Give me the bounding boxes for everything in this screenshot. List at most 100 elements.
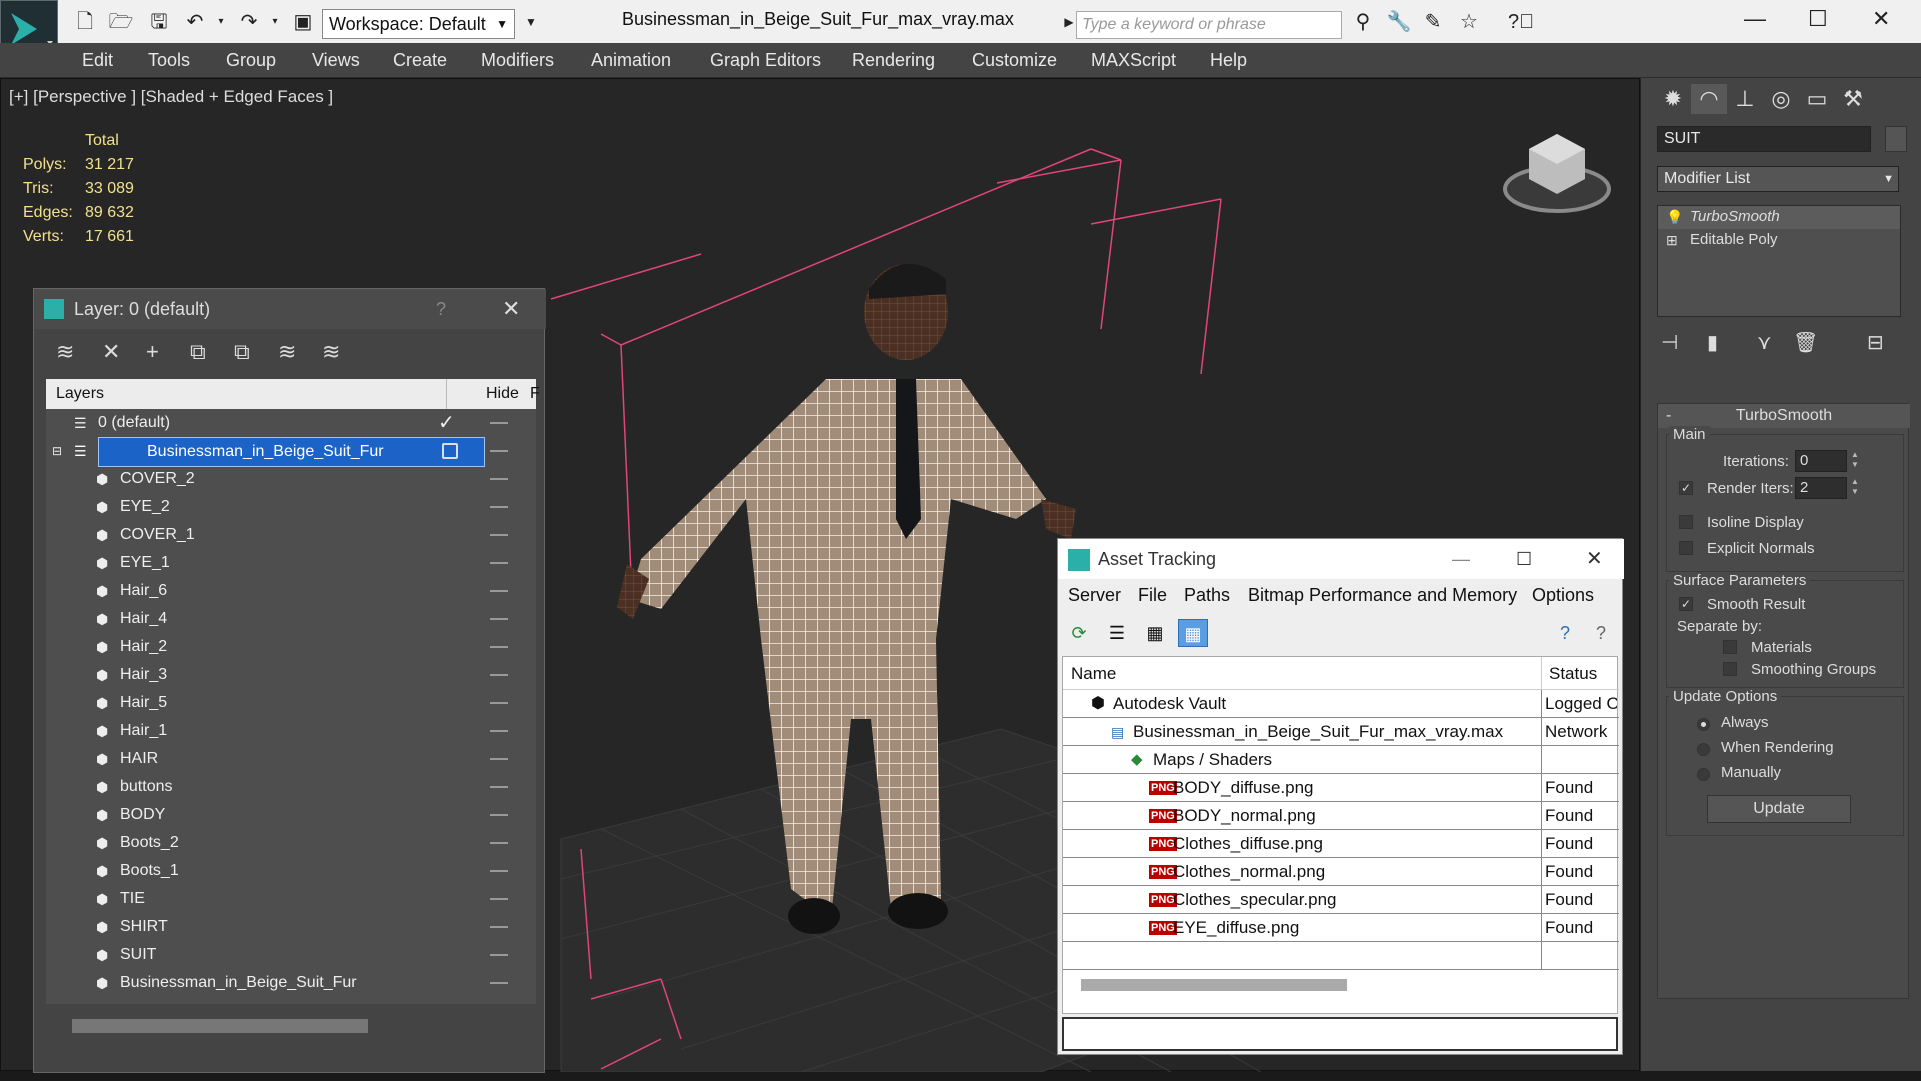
menu-paths[interactable]: Paths bbox=[1184, 585, 1230, 606]
context-help-icon[interactable]: ? bbox=[1586, 619, 1616, 647]
layer-object-row[interactable]: ⬢ Boots_2 bbox=[46, 829, 536, 857]
hide-toggle[interactable] bbox=[490, 730, 508, 732]
highlight-layer-icon[interactable]: ⧉ bbox=[234, 339, 250, 365]
layer-row-businessman[interactable]: ⊟ Businessman_in_Beige_Suit_Fur ☰ bbox=[46, 437, 536, 467]
utilities-tab-icon[interactable]: ⚒ bbox=[1835, 84, 1871, 114]
always-radio[interactable] bbox=[1697, 718, 1710, 731]
column-name[interactable]: Name bbox=[1071, 657, 1116, 690]
menu-file[interactable]: File bbox=[1138, 585, 1167, 606]
layer-object-row[interactable]: ⬢ Hair_6 bbox=[46, 577, 536, 605]
pin-stack-icon[interactable]: ⊣ bbox=[1661, 330, 1678, 355]
rollout-title[interactable]: - TurboSmooth bbox=[1658, 404, 1910, 428]
object-color-swatch[interactable] bbox=[1885, 126, 1907, 152]
column-layers[interactable]: Layers bbox=[56, 385, 104, 403]
tools-icon[interactable]: 🔧 bbox=[1386, 10, 1412, 34]
sign-in-icon[interactable]: ✎ bbox=[1420, 10, 1446, 34]
menu-maxscript[interactable]: MAXScript bbox=[1091, 50, 1176, 71]
layer-object-row[interactable]: ⬢ Boots_1 bbox=[46, 857, 536, 885]
layer-object-row[interactable]: ⬢ BODY bbox=[46, 801, 536, 829]
maximize-icon[interactable]: ☐ bbox=[1516, 539, 1532, 579]
stack-item-turbosmooth[interactable]: 💡 TurboSmooth bbox=[1658, 206, 1900, 229]
asset-row[interactable]: ⬢ Autodesk Vault Logged O bbox=[1063, 690, 1619, 718]
project-folder-icon[interactable]: ▣ bbox=[290, 10, 316, 34]
hide-toggle[interactable] bbox=[490, 646, 508, 648]
menu-bitmap-performance[interactable]: Bitmap Performance and Memory bbox=[1248, 585, 1517, 606]
menu-edit[interactable]: Edit bbox=[82, 50, 113, 71]
horizontal-scrollbar[interactable] bbox=[72, 1019, 368, 1033]
render-iters-checkbox[interactable]: ✓ bbox=[1679, 481, 1693, 495]
hide-toggle[interactable] bbox=[490, 422, 508, 424]
thumbnail-view-icon[interactable]: ▦ bbox=[1140, 619, 1170, 647]
hide-toggle[interactable] bbox=[490, 534, 508, 536]
help-icon[interactable]: ?⃝ bbox=[1508, 10, 1534, 34]
layer-object-row[interactable]: ⬢ SUIT bbox=[46, 941, 536, 969]
motion-tab-icon[interactable]: ◎ bbox=[1763, 84, 1799, 114]
spinner-arrows-icon[interactable]: ▲ ▼ bbox=[1849, 450, 1861, 472]
hide-toggle[interactable] bbox=[490, 954, 508, 956]
redo-icon[interactable]: ↷ bbox=[236, 10, 262, 34]
lightbulb-icon[interactable]: 💡 bbox=[1666, 206, 1683, 228]
hide-toggle[interactable] bbox=[490, 870, 508, 872]
column-status[interactable]: Status bbox=[1549, 657, 1597, 690]
explicit-normals-checkbox[interactable] bbox=[1679, 541, 1693, 555]
menu-options[interactable]: Options bbox=[1532, 585, 1594, 606]
when-rendering-radio[interactable] bbox=[1697, 743, 1710, 756]
show-end-result-icon[interactable]: ▮ bbox=[1707, 330, 1718, 355]
list-view-icon[interactable]: ☰ bbox=[1102, 619, 1132, 647]
hide-toggle[interactable] bbox=[490, 618, 508, 620]
hide-toggle[interactable] bbox=[490, 926, 508, 928]
minimize-icon[interactable]: — bbox=[1452, 539, 1470, 579]
hide-toggle[interactable] bbox=[490, 898, 508, 900]
menu-views[interactable]: Views bbox=[312, 50, 360, 71]
layer-object-row[interactable]: ⬢ EYE_1 bbox=[46, 549, 536, 577]
hide-toggle[interactable] bbox=[490, 478, 508, 480]
hide-toggle[interactable] bbox=[490, 590, 508, 592]
hide-toggle[interactable] bbox=[490, 562, 508, 564]
layers-new-icon[interactable]: ≋ bbox=[56, 339, 74, 365]
asset-path-field[interactable] bbox=[1062, 1017, 1618, 1051]
undo-dropdown-icon[interactable]: ▾ bbox=[208, 10, 234, 34]
favorites-star-icon[interactable]: ☆ bbox=[1456, 10, 1482, 34]
select-objects-icon[interactable]: ⧉ bbox=[190, 339, 206, 365]
layer-object-row[interactable]: ⬢ Hair_5 bbox=[46, 689, 536, 717]
hide-toggle[interactable] bbox=[490, 814, 508, 816]
layer-object-row[interactable]: ⬢ HAIR bbox=[46, 745, 536, 773]
undo-icon[interactable]: ↶ bbox=[182, 10, 208, 34]
layer-object-row[interactable]: ⬢ EYE_2 bbox=[46, 493, 536, 521]
layer-object-row[interactable]: ⬢ TIE bbox=[46, 885, 536, 913]
workspace-dropdown[interactable]: Workspace: Default ▼ bbox=[322, 9, 515, 39]
stack-item-editable-poly[interactable]: ⊞ Editable Poly bbox=[1658, 229, 1900, 252]
close-icon[interactable]: ✕ bbox=[1872, 6, 1890, 32]
menu-tools[interactable]: Tools bbox=[148, 50, 190, 71]
hide-toggle[interactable] bbox=[490, 982, 508, 984]
spinner-arrows-icon[interactable]: ▲ ▼ bbox=[1849, 477, 1861, 499]
hide-toggle[interactable] bbox=[490, 758, 508, 760]
delete-icon[interactable]: ✕ bbox=[102, 339, 120, 365]
hide-toggle[interactable] bbox=[490, 786, 508, 788]
menu-group[interactable]: Group bbox=[226, 50, 276, 71]
asset-row[interactable]: PNG BODY_diffuse.png Found bbox=[1063, 774, 1619, 802]
add-icon[interactable]: + bbox=[146, 339, 159, 365]
menu-customize[interactable]: Customize bbox=[972, 50, 1057, 71]
close-icon[interactable]: ✕ bbox=[502, 289, 520, 329]
asset-row[interactable]: ▤ Businessman_in_Beige_Suit_Fur_max_vray.… bbox=[1063, 718, 1619, 746]
layer-object-row[interactable]: ⬢ COVER_1 bbox=[46, 521, 536, 549]
viewport-label[interactable]: [+] [Perspective ] [Shaded + Edged Faces… bbox=[9, 87, 333, 107]
hide-toggle[interactable] bbox=[490, 702, 508, 704]
hierarchy-tab-icon[interactable]: ⊥ bbox=[1727, 84, 1763, 114]
freeze-all-icon[interactable]: ≋ bbox=[322, 339, 340, 365]
maximize-icon[interactable]: ☐ bbox=[1808, 6, 1828, 32]
redo-dropdown-icon[interactable]: ▾ bbox=[262, 10, 288, 34]
new-file-icon[interactable]: 🗋 bbox=[72, 10, 98, 34]
layer-row-default[interactable]: ☰ 0 (default) ✓ bbox=[46, 409, 536, 437]
display-tab-icon[interactable]: ▭ bbox=[1799, 84, 1835, 114]
update-button[interactable]: Update bbox=[1707, 795, 1851, 823]
modifier-list-dropdown[interactable]: Modifier List ▼ bbox=[1657, 166, 1899, 192]
layer-object-row[interactable]: ⬢ Businessman_in_Beige_Suit_Fur bbox=[46, 969, 536, 997]
layer-window-titlebar[interactable]: Layer: 0 (default) ? ✕ bbox=[34, 289, 546, 329]
iterations-spinner[interactable]: 0 bbox=[1795, 450, 1847, 472]
layer-object-row[interactable]: ⬢ SHIRT bbox=[46, 913, 536, 941]
column-hide[interactable]: Hide bbox=[486, 385, 519, 403]
layer-object-row[interactable]: ⬢ Hair_1 bbox=[46, 717, 536, 745]
close-icon[interactable]: ✕ bbox=[1586, 539, 1603, 579]
